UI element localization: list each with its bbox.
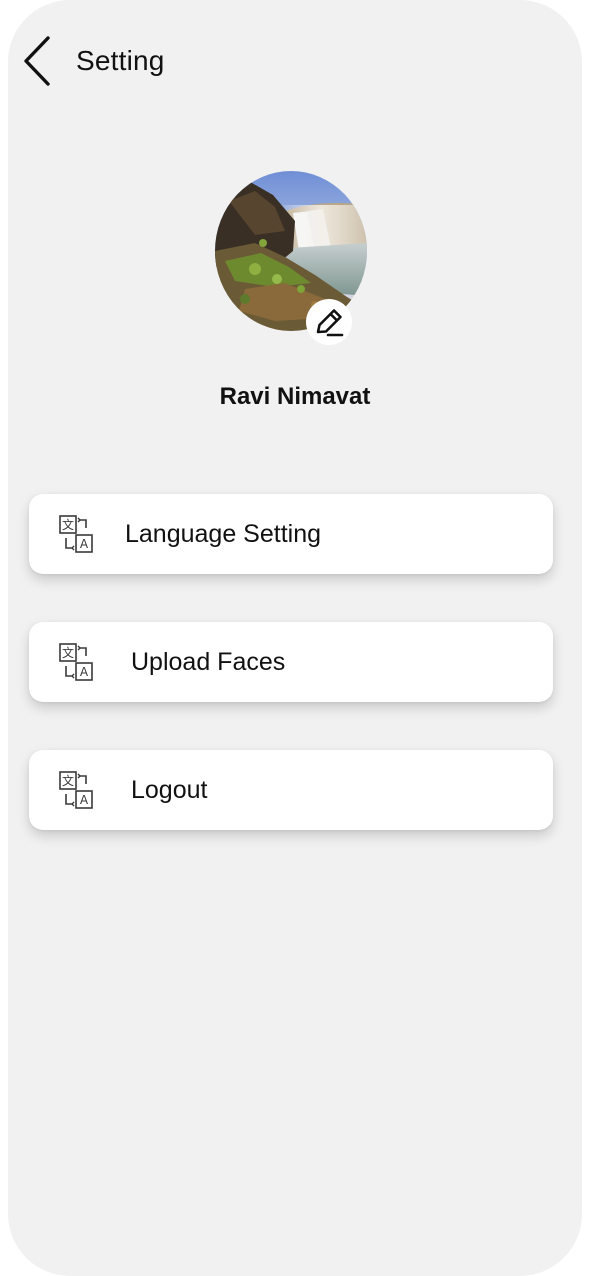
- pencil-icon: [316, 309, 344, 337]
- translate-icon: 文 A: [59, 515, 93, 553]
- translate-icon: 文 A: [59, 643, 93, 681]
- svg-text:文: 文: [62, 517, 74, 532]
- app-header: Setting: [8, 28, 582, 94]
- menu-item-label: Upload Faces: [131, 648, 286, 676]
- user-name: Ravi Nimavat: [219, 383, 371, 410]
- language-setting-item[interactable]: 文 A Language Setting: [29, 494, 553, 574]
- svg-text:文: 文: [62, 773, 74, 788]
- svg-text:文: 文: [62, 645, 74, 660]
- edit-avatar-button[interactable]: [306, 299, 352, 345]
- chevron-left-icon: [24, 36, 50, 86]
- svg-text:A: A: [80, 793, 89, 807]
- translate-icon: 文 A: [59, 771, 93, 809]
- app-screen: Setting Ravi Nimavat 文 A Language Settin…: [8, 0, 582, 1276]
- svg-text:A: A: [80, 537, 89, 551]
- profile-avatar-container: [215, 171, 367, 345]
- menu-item-label: Language Setting: [125, 520, 322, 548]
- upload-faces-item[interactable]: 文 A Upload Faces: [29, 622, 553, 702]
- page-title: Setting: [76, 45, 165, 76]
- back-button[interactable]: [20, 32, 60, 90]
- menu-item-label: Logout: [131, 776, 208, 804]
- logout-item[interactable]: 文 A Logout: [29, 750, 553, 830]
- svg-text:A: A: [80, 665, 89, 679]
